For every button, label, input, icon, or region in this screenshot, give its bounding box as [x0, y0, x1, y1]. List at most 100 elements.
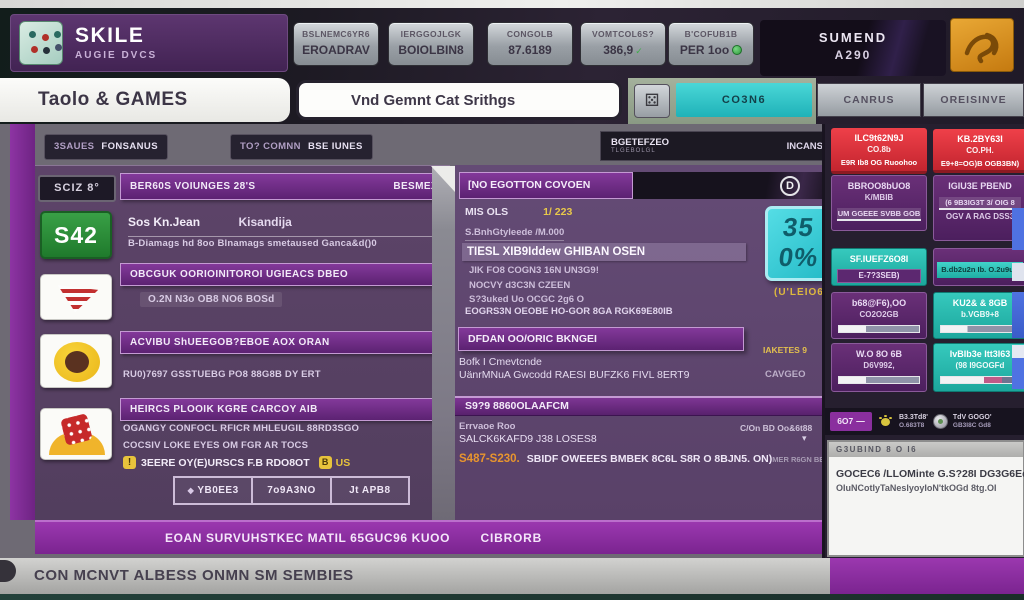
status-accent-block — [830, 558, 1024, 594]
counter-chip[interactable]: 6O7— — [830, 412, 872, 431]
game-card[interactable]: BBROO8bUO8 K/MBIB UM GGEEE SVBB GOB — [831, 175, 927, 231]
app-logo: SKILE AUGIE DVCS — [10, 14, 288, 72]
action-button-label: YB0EE3 — [197, 485, 238, 496]
detail-row-highlighted[interactable]: TIESL XIB9Iddew GHIBAN OSEN — [462, 243, 746, 261]
card-title: KB.2BY63I — [933, 134, 1024, 144]
toolbar-stat-2: TdV GOGO' GB3I8C Gd8 — [953, 414, 992, 430]
card-title: IvBIb3e Itt3I63 — [934, 349, 1024, 359]
game-card[interactable]: KB.2BY63I CO.PH. E9+8=OG)B OGB3BN) — [933, 129, 1024, 173]
game-thumbnail-eye[interactable] — [40, 334, 112, 388]
game-title-2: Kisandija — [238, 215, 291, 229]
left-accent-strip — [10, 124, 35, 520]
card-subtitle: (98 I9GOGFd — [934, 361, 1024, 370]
game-card[interactable]: KU2& & 8GB b.VGB9+8 — [933, 292, 1024, 339]
b-badge-icon: B — [319, 456, 332, 469]
toolbar-stat-bottom: O.683T8 — [899, 423, 928, 430]
game-thumbnail-funnel[interactable] — [40, 274, 112, 320]
card-strip: UM GGEEE SVBB GOB — [837, 208, 921, 221]
search-bar[interactable] — [296, 80, 622, 120]
warning-icon: ! — [123, 456, 136, 469]
price-range: S487-S230. — [459, 453, 520, 465]
eye-icon — [54, 342, 100, 382]
sort-bar[interactable]: BGETEFZEO TLGEBOLGL INCANS — [600, 131, 834, 161]
action-button-2[interactable]: 7o9A3NO — [253, 478, 331, 503]
card-subtitle: K/MBIB — [832, 193, 926, 202]
die-icon: ⚄ — [645, 91, 660, 110]
dropdown-arrow-icon[interactable]: ▾ — [802, 433, 807, 444]
bonus-stat-button[interactable]: IERGGOJLGK BOIOLBIN8 — [388, 22, 474, 66]
card-progress-bar — [940, 325, 1020, 333]
search-input[interactable] — [299, 83, 619, 117]
balance-stat-button[interactable]: BSLNEMC6YR6 EROADRAV — [293, 22, 379, 66]
game-row-line1: OGANGY CONFOCL RFICR MHLEUGIL 88RD3SGO — [123, 423, 359, 434]
card-progress-bar — [838, 325, 920, 333]
action-button-3[interactable]: Jt APB8 — [332, 478, 408, 503]
filter-chip-common[interactable]: TO? COMNNBSE IUNES — [230, 134, 373, 160]
card-subtitle: b.VGB9+8 — [934, 310, 1024, 319]
tab-archive[interactable]: OREISINVE — [923, 83, 1024, 117]
game-card[interactable]: ILC9t62N9J CO.8b E9R Ib8 OG Ruoohoo — [831, 128, 927, 174]
status-bottom-edge — [0, 594, 1024, 600]
info-panel-header: G3UBIND 8 O I6 — [829, 442, 1023, 457]
stat-value: PER 1oo — [680, 43, 729, 57]
game-card[interactable]: B.db2u2n Ib. O.2u9uE — [933, 248, 1024, 286]
list-section-header-1[interactable]: BER60S VOIUNGES 28'S BESMEX — [120, 173, 448, 200]
game-card[interactable]: IGIU3E PBEND (6 9B3IG3T 3/ OIG 8 OGV A R… — [933, 175, 1024, 241]
stat-value: BOIOLBIN8 — [398, 43, 463, 57]
game-card[interactable]: W.O 8O 6B D6V992, — [831, 343, 927, 392]
toolbar-stat-top: B3.3Td8' — [899, 414, 928, 421]
toolbar-stat-top: TdV GOGO' — [953, 414, 992, 421]
top-edge-decoration — [0, 0, 1024, 8]
logo-icon — [19, 21, 63, 65]
game-row-description: RU0)7697 GSSTUEBG PO8 88G8B DY ERT — [123, 369, 321, 380]
primary-footer-button[interactable]: EOAN SURVUHSTKEC MATIL 65GUC96 KUOO CIBR… — [35, 520, 823, 554]
card-progress-bar — [940, 376, 1020, 384]
dice-filter-button[interactable]: ⚄ — [634, 84, 670, 118]
detail-row-7: EOGRS3N OEOBE HO-GOR 8GA RGK69E80IB — [465, 306, 673, 317]
detail-row-10-right[interactable]: C/On BD Oo&6t88 — [740, 423, 812, 433]
card-title: b68@F6),OO — [832, 298, 926, 308]
game-card[interactable]: SF.IUEFZ6O8I E-7?3SEB) — [831, 248, 927, 286]
detail-row-10b: SALCK6KAFD9 J38 LOSES8 — [459, 433, 597, 445]
detail-header[interactable]: [NO EGOTTON COVOEN — [459, 172, 633, 199]
tab-coins[interactable]: CO3N6 — [676, 83, 812, 117]
info-panel-line1: GOCEC6 /LLOMinte G.S?28I DG3G6Ed. — [836, 468, 1024, 480]
coins-stat-button[interactable]: CONGOLB 87.6189 — [487, 22, 573, 66]
paw-icon[interactable] — [881, 418, 890, 426]
game-card[interactable]: b68@F6),OO CO2O2GB — [831, 292, 927, 339]
player-icon: ◆ — [188, 486, 195, 495]
level-stat-button[interactable]: B'COFUB1B PER 1oo — [668, 22, 754, 66]
stat-label: CONGOLB — [488, 29, 572, 39]
chip-label-a: TO? COMNN — [240, 141, 301, 152]
game-thumbnail-s42[interactable]: S42 — [40, 211, 112, 259]
action-button-1[interactable]: ◆YB0EE3 — [175, 478, 253, 503]
right-panel-toolbar: 6O7— B3.3Td8' O.683T8 TdV GOGO' GB3I8C G… — [825, 408, 1024, 435]
filter-chip-sales[interactable]: 3SAUESFONSANUS — [44, 134, 168, 160]
section-header-text: ACVIBU ShUEEGOB?EBOE AOX ORAN — [130, 337, 330, 348]
list-section-header-3[interactable]: ACVIBU ShUEEGOB?EBOE AOX ORAN — [120, 331, 450, 354]
sort-bar-subtitle: TLGEBOLGL — [611, 148, 669, 154]
medal-icon[interactable] — [933, 414, 948, 429]
info-circle-icon[interactable]: D — [780, 176, 800, 196]
logo-title: SKILE — [75, 24, 157, 48]
top-bar: SKILE AUGIE DVCS BSLNEMC6YR6 EROADRAV IE… — [0, 8, 1024, 124]
stat-label: VOMTCOL6S? — [581, 29, 665, 39]
list-section-header-4[interactable]: HEIRCS PLOOIK KGRE CARCOY AIB — [120, 398, 450, 421]
stat-value: EROADRAV — [302, 43, 370, 57]
section-header-text: OBCGUK OORIOINITOROI UGIEACS DBEO — [130, 269, 348, 280]
eye-pupil-icon — [65, 351, 89, 373]
game-card[interactable]: IvBIb3e Itt3I63 (98 I9GOGFd — [933, 343, 1024, 392]
points-stat-button[interactable]: VOMTCOL6S? 386,9✓ — [580, 22, 666, 66]
detail-section-header-2[interactable]: DFDAN OO/ORIC BKNGEI — [458, 327, 744, 351]
card-title: BBROO8bUO8 — [832, 181, 926, 191]
list-section-header-2[interactable]: OBCGUK OORIOINITOROI UGIEACS DBEO — [120, 263, 450, 286]
footer-button-label-2: CIBRORB — [481, 531, 543, 545]
game-row-description: O.2N N3o OB8 NO6 BOSd — [140, 292, 282, 307]
list-size-box[interactable]: SCIZ 8° — [38, 175, 116, 202]
panel-scrollbar[interactable] — [432, 166, 455, 522]
card-subtitle: CO2O2GB — [832, 310, 926, 319]
brand-button[interactable] — [950, 18, 1014, 72]
game-thumbnail-dice[interactable] — [40, 408, 112, 460]
detail-section-header-3[interactable]: S9?9 8860OLAAFCM — [455, 396, 822, 416]
tab-casinos[interactable]: CANRUS — [817, 83, 921, 117]
